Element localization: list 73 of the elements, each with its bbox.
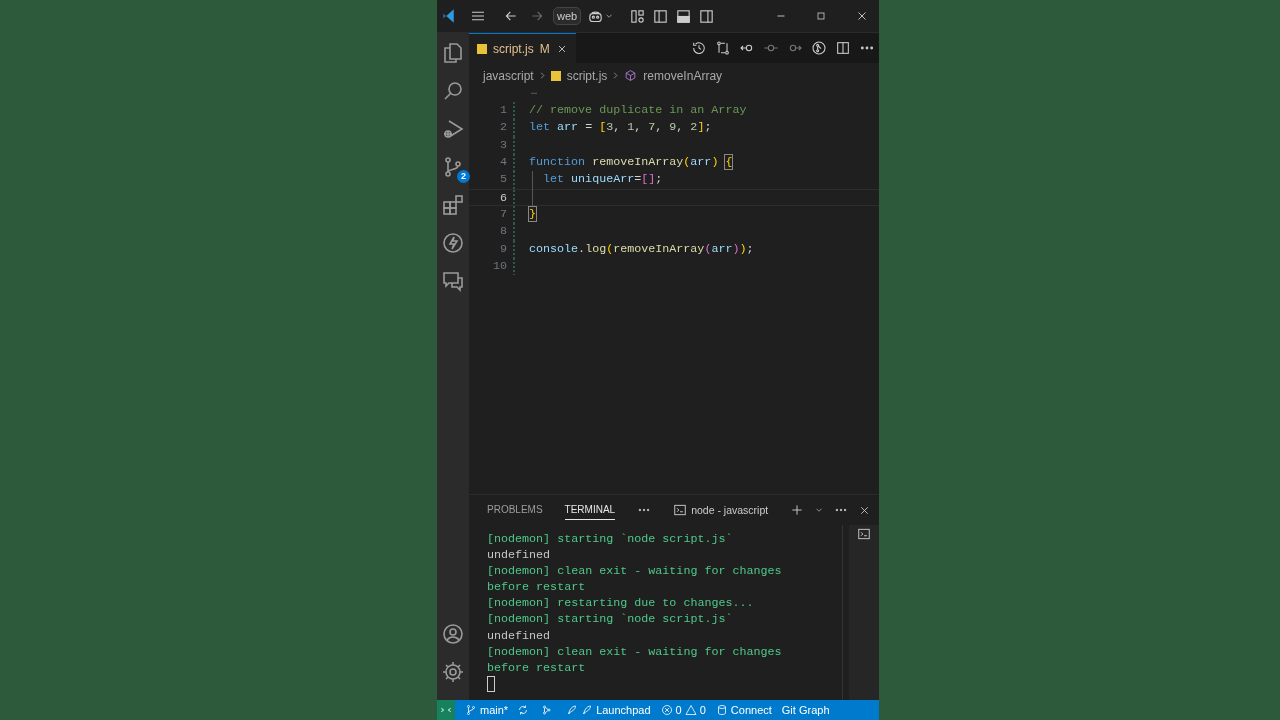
problems-item[interactable]: 0 0: [655, 700, 711, 720]
files-icon[interactable]: [441, 41, 465, 65]
panel-tab[interactable]: PROBLEMS: [487, 500, 543, 520]
split-editor-icon[interactable]: [835, 40, 852, 56]
terminal-icon: [673, 503, 688, 517]
terminal-selector[interactable]: node - javascript: [673, 503, 769, 517]
branch-icon: [465, 704, 477, 716]
panel-toggle-icon[interactable]: [675, 7, 693, 25]
sync-icon[interactable]: [517, 704, 530, 716]
maximize-icon[interactable]: [815, 10, 828, 22]
terminal-line: undefined: [487, 547, 552, 564]
status-item[interactable]: Git Graph: [776, 700, 835, 720]
line-number: 1: [499, 102, 508, 119]
git-graph-icon[interactable]: [811, 40, 828, 56]
terminal-cursor: [487, 675, 495, 692]
error-count: 0: [675, 704, 682, 716]
line-number: 8: [499, 223, 508, 241]
terminal-line: [nodemon] restarting due to changes...: [487, 595, 755, 612]
line-number: 10: [491, 257, 508, 275]
modified-label: M: [539, 41, 550, 56]
branch-item[interactable]: main*: [455, 700, 514, 720]
line-number: 7: [499, 205, 508, 223]
code-line: // remove duplicate in an Array: [529, 102, 747, 119]
chat-icon[interactable]: [441, 269, 465, 293]
editor-tab[interactable]: script.js M: [469, 33, 576, 63]
terminal-icon[interactable]: [857, 527, 872, 541]
account-icon[interactable]: [441, 622, 465, 646]
line-number: 5: [499, 171, 508, 189]
extensions-icon[interactable]: [441, 193, 465, 217]
settings-icon[interactable]: [441, 660, 465, 684]
code-line: console.log(removeInArray(arr));: [529, 240, 754, 258]
terminal-line: [nodemon] starting `node script.js`: [487, 611, 734, 628]
compare-changes-icon[interactable]: [715, 40, 732, 56]
layout-icon[interactable]: [629, 7, 647, 25]
code-line: }: [529, 205, 536, 223]
breadcrumb-item[interactable]: javascript: [483, 68, 534, 83]
terminal-line: [nodemon] clean exit - waiting for changes: [487, 563, 783, 580]
secondary-sidebar-icon[interactable]: [698, 7, 716, 25]
symbol-icon: [624, 69, 638, 82]
connect-item[interactable]: Connect: [710, 700, 777, 720]
terminal-line: before restart: [487, 659, 587, 676]
count-badge: 2: [457, 170, 470, 183]
code-line: function removeInArray(arr) {: [529, 154, 733, 171]
line-number: 3: [499, 136, 508, 154]
terminal-name: node - javascript: [691, 504, 769, 516]
profile-button[interactable]: web: [553, 7, 582, 25]
new-terminal-icon[interactable]: [790, 503, 805, 517]
panel-tab[interactable]: TERMINAL: [564, 500, 616, 520]
code-line: let uniqueArr=[];: [542, 171, 663, 189]
line-number: 6: [499, 189, 508, 205]
code-line: let arr = [3, 1, 7, 9, 2];: [529, 119, 712, 137]
lightning-icon[interactable]: [441, 231, 465, 255]
breadcrumb-item[interactable]: removeInArray: [643, 68, 723, 83]
breadcrumb-item[interactable]: script.js: [566, 68, 608, 83]
js-file-icon: [550, 70, 561, 81]
terminal-line: before restart: [487, 579, 587, 596]
launchpad-item[interactable]: Launchpad: [561, 700, 656, 720]
sidebar-toggle-icon[interactable]: [652, 7, 670, 25]
terminal-line: [nodemon] clean exit - waiting for changes: [487, 643, 783, 660]
folded-lines-marker: …: [530, 88, 538, 99]
js-file-icon: [477, 43, 487, 54]
terminal-line: [nodemon] starting `node script.js`: [487, 531, 734, 548]
warning-icon: [684, 704, 697, 716]
history-icon[interactable]: [691, 40, 708, 56]
terminal-line: undefined: [487, 627, 552, 644]
line-number: 9: [499, 240, 508, 258]
database-icon: [715, 704, 728, 716]
line-number: 4: [499, 154, 508, 171]
line-number: 2: [499, 119, 508, 137]
run-debug-icon[interactable]: [441, 117, 465, 141]
warning-count: 0: [699, 704, 706, 716]
error-icon: [660, 704, 673, 716]
tab-label: script.js: [493, 41, 534, 56]
